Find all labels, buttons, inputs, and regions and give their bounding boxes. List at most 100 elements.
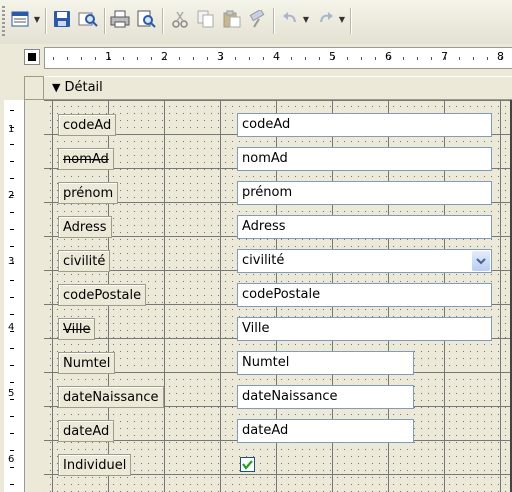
ruler-tick xyxy=(10,382,14,383)
ruler-number: 5 xyxy=(8,388,15,399)
field-label[interactable]: codePostale xyxy=(58,284,147,306)
field-label[interactable]: civilité xyxy=(58,250,111,272)
section-title: Détail xyxy=(64,80,103,95)
ruler-tick xyxy=(347,57,348,60)
text-field[interactable]: Ville xyxy=(237,317,492,341)
toolbar: ▼ ▼ ▼ xyxy=(0,0,512,45)
ruler-tick xyxy=(487,57,488,60)
ruler-tick xyxy=(417,57,418,60)
ruler-tick xyxy=(137,57,138,60)
text-field[interactable]: Numtel xyxy=(237,351,414,375)
ruler-tick xyxy=(235,57,236,60)
text-field[interactable]: prénom xyxy=(237,181,492,205)
ruler-number: 4 xyxy=(273,50,280,63)
vertical-ruler: 1 2 3 4 5 6 xyxy=(4,100,25,492)
ruler-tick xyxy=(403,57,404,60)
ruler-tick xyxy=(249,57,250,60)
field-label[interactable]: dateNaissance xyxy=(58,386,164,408)
ruler-number: 1 xyxy=(8,124,15,135)
ruler-tick xyxy=(10,297,14,298)
dropdown-arrow-icon[interactable] xyxy=(472,251,490,271)
ruler-tick xyxy=(207,57,208,60)
cut-icon[interactable] xyxy=(168,6,192,32)
ruler-tick xyxy=(10,212,14,213)
section-selector[interactable] xyxy=(24,76,44,100)
ruler-tick xyxy=(179,57,180,60)
ruler-tick xyxy=(10,280,14,281)
field-label[interactable]: nomAd xyxy=(58,148,114,170)
print-icon[interactable] xyxy=(108,6,132,32)
ruler-tick xyxy=(95,57,96,60)
combo-value: civilité xyxy=(242,253,285,268)
ruler-number: 5 xyxy=(329,50,336,63)
ruler-tick xyxy=(10,365,14,366)
save-icon[interactable] xyxy=(50,6,74,32)
ruler-number: 6 xyxy=(385,50,392,63)
horizontal-ruler: 1 2 3 4 5 6 7 8 xyxy=(44,47,512,69)
ruler-tick xyxy=(81,57,82,60)
text-field[interactable]: dateNaissance xyxy=(237,385,414,409)
paste-icon[interactable] xyxy=(220,6,244,32)
ruler-tick xyxy=(10,348,14,349)
text-field[interactable]: nomAd xyxy=(237,147,492,171)
combo-field[interactable]: civilité xyxy=(237,249,492,273)
ruler-tick xyxy=(459,57,460,60)
view-icon[interactable] xyxy=(8,6,32,32)
form-selector[interactable] xyxy=(24,49,40,65)
undo-icon[interactable] xyxy=(278,6,302,32)
ruler-tick xyxy=(67,57,68,60)
ruler-tick xyxy=(193,57,194,60)
ruler-tick xyxy=(291,57,292,60)
ruler-tick xyxy=(361,57,362,60)
undo-dropdown-icon[interactable]: ▼ xyxy=(301,6,311,32)
checkbox[interactable] xyxy=(240,457,255,472)
ruler-tick xyxy=(319,57,320,60)
search-icon[interactable] xyxy=(76,6,100,32)
field-label[interactable]: prénom xyxy=(58,182,119,204)
section-header-detail[interactable]: ▼ Détail xyxy=(44,76,512,100)
ruler-tick xyxy=(10,314,14,315)
ruler-tick xyxy=(10,229,14,230)
ruler-tick xyxy=(10,161,14,162)
ruler-tick xyxy=(431,57,432,60)
ruler-number: 4 xyxy=(8,322,15,333)
ruler-tick xyxy=(375,57,376,60)
ruler-number: 7 xyxy=(441,50,448,63)
ruler-number: 1 xyxy=(105,50,112,63)
ruler-tick xyxy=(151,57,152,60)
ruler-tick xyxy=(123,57,124,60)
view-dropdown-icon[interactable]: ▼ xyxy=(32,6,42,32)
ruler-tick xyxy=(10,144,14,145)
field-label[interactable]: Adress xyxy=(58,216,112,238)
ruler-tick xyxy=(53,57,54,60)
ruler-tick xyxy=(10,399,14,400)
field-label[interactable]: dateAd xyxy=(58,420,115,442)
toolbar-grip[interactable] xyxy=(2,6,5,36)
field-label[interactable]: Numtel xyxy=(58,352,116,374)
redo-icon[interactable] xyxy=(314,6,338,32)
ruler-number: 8 xyxy=(497,50,504,63)
text-field[interactable]: dateAd xyxy=(237,419,414,443)
ruler-tick xyxy=(10,484,14,485)
text-field[interactable]: Adress xyxy=(237,215,492,239)
ruler-tick xyxy=(10,467,14,468)
text-field[interactable]: codeAd xyxy=(237,113,492,137)
field-label[interactable]: codeAd xyxy=(58,114,117,136)
text-field[interactable]: codePostale xyxy=(237,283,492,307)
field-label[interactable]: Individuel xyxy=(58,454,132,476)
form-design-grid[interactable]: codeAd codeAd nomAd nomAd prénom prénom … xyxy=(44,100,510,492)
ruler-number: 3 xyxy=(217,50,224,63)
checkmark-icon xyxy=(242,460,253,470)
ruler-tick xyxy=(10,110,14,111)
ruler-tick xyxy=(305,57,306,60)
ruler-number: 2 xyxy=(8,190,15,201)
field-label[interactable]: Ville xyxy=(58,318,96,340)
format-painter-icon[interactable] xyxy=(246,6,270,32)
ruler-number: 2 xyxy=(161,50,168,63)
print-preview-icon[interactable] xyxy=(134,6,158,32)
copy-icon[interactable] xyxy=(194,6,218,32)
ruler-tick xyxy=(10,246,14,247)
section-arrow-icon: ▼ xyxy=(52,81,61,94)
redo-dropdown-icon[interactable]: ▼ xyxy=(337,6,347,32)
ruler-number: 6 xyxy=(8,454,15,465)
